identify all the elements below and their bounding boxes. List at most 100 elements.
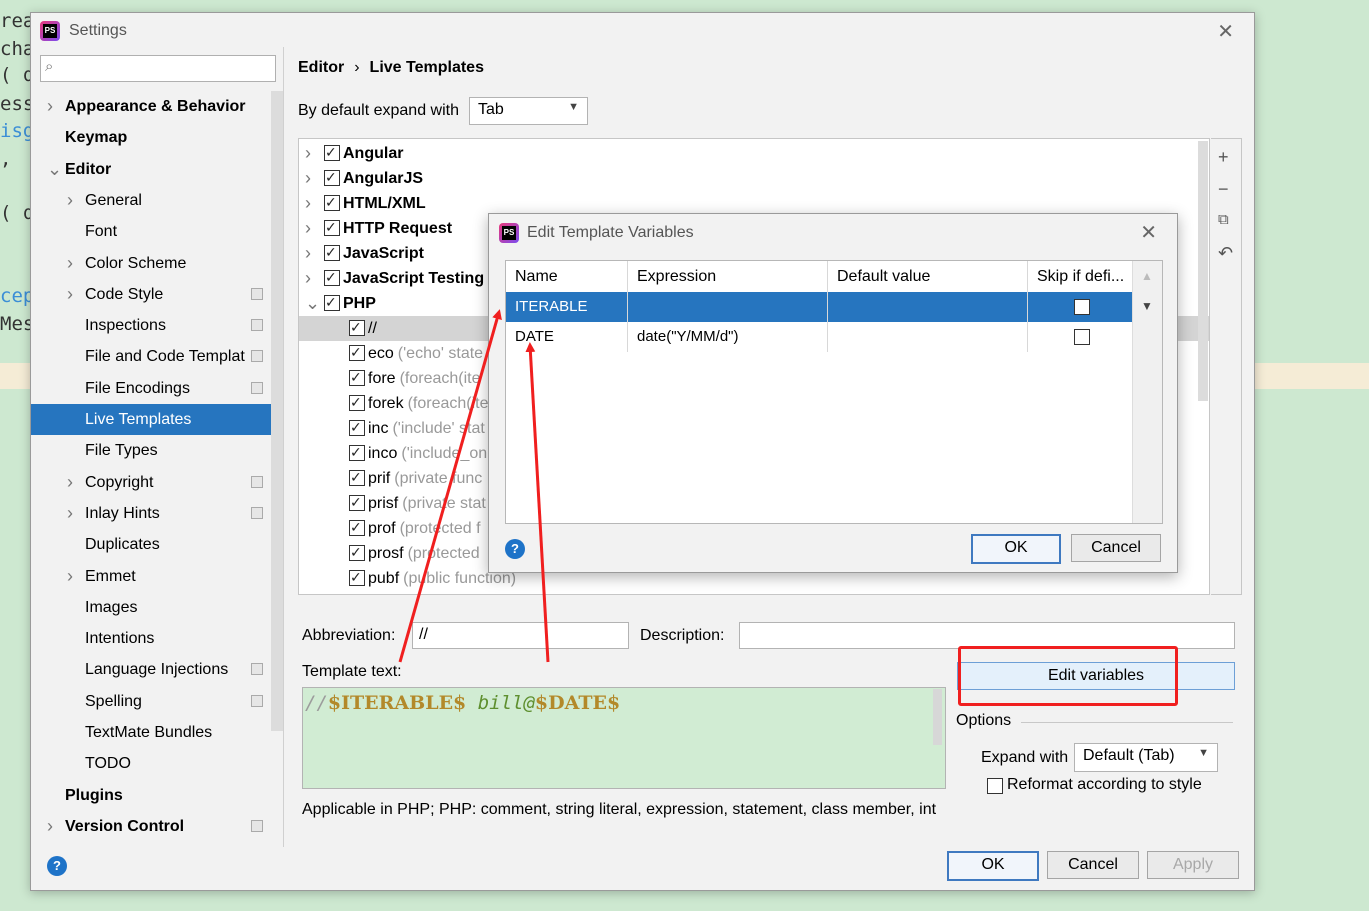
restore-icon[interactable]: ↶ bbox=[1218, 243, 1233, 264]
skip-checkbox[interactable] bbox=[1074, 329, 1090, 345]
search-input[interactable] bbox=[65, 58, 269, 76]
sidebar-item-appearance-behavior[interactable]: › Appearance & Behavior bbox=[31, 91, 283, 122]
sidebar-item-color-scheme[interactable]: › Color Scheme bbox=[31, 248, 283, 279]
column-name[interactable]: Name bbox=[506, 261, 628, 292]
template-checkbox[interactable] bbox=[349, 440, 365, 465]
variable-default[interactable] bbox=[828, 292, 1028, 322]
chevron-right-icon[interactable]: › bbox=[305, 266, 311, 291]
sidebar-item-inspections[interactable]: Inspections bbox=[31, 310, 283, 341]
sidebar-item-keymap[interactable]: Keymap bbox=[31, 122, 283, 153]
sidebar-item-live-templates[interactable]: Live Templates bbox=[31, 404, 283, 435]
template-checkbox[interactable] bbox=[324, 290, 340, 315]
sidebar-item-inlay-hints[interactable]: › Inlay Hints bbox=[31, 498, 283, 529]
template-checkbox[interactable] bbox=[349, 365, 365, 390]
template-checkbox[interactable] bbox=[349, 340, 365, 365]
copy-icon[interactable]: ⧉ bbox=[1218, 211, 1229, 228]
sidebar-item-plugins[interactable]: Plugins bbox=[31, 780, 283, 811]
chevron-right-icon[interactable]: › bbox=[67, 248, 73, 279]
sidebar-item-code-style[interactable]: › Code Style bbox=[31, 279, 283, 310]
sidebar-item-duplicates[interactable]: Duplicates bbox=[31, 529, 283, 560]
template-checkbox[interactable] bbox=[349, 565, 365, 590]
close-icon[interactable]: ✕ bbox=[1217, 19, 1234, 44]
template-checkbox[interactable] bbox=[349, 390, 365, 415]
template-group-row[interactable]: › AngularJS bbox=[299, 165, 1209, 191]
default-expand-select[interactable]: Tab ▼ bbox=[469, 97, 588, 125]
variable-expression[interactable]: date("Y/MM/d") bbox=[628, 322, 828, 352]
template-checkbox[interactable] bbox=[324, 140, 340, 165]
move-up-icon[interactable]: ▲ bbox=[1141, 269, 1153, 283]
chevron-right-icon[interactable]: › bbox=[305, 216, 311, 241]
description-field[interactable] bbox=[739, 622, 1235, 649]
sidebar-item-copyright[interactable]: › Copyright bbox=[31, 467, 283, 498]
chevron-right-icon[interactable]: › bbox=[47, 811, 53, 842]
sidebar-item-language-injections[interactable]: Language Injections bbox=[31, 654, 283, 685]
table-row[interactable]: DATE date("Y/MM/d") bbox=[506, 322, 1132, 352]
move-down-icon[interactable]: ▼ bbox=[1141, 299, 1153, 313]
sidebar-item-version-control[interactable]: › Version Control bbox=[31, 811, 283, 842]
splitter[interactable] bbox=[283, 47, 284, 847]
sidebar-item-images[interactable]: Images bbox=[31, 592, 283, 623]
sidebar-item-todo[interactable]: TODO bbox=[31, 748, 283, 779]
template-checkbox[interactable] bbox=[349, 540, 365, 565]
dialog-cancel-button[interactable]: Cancel bbox=[1071, 534, 1161, 562]
template-checkbox[interactable] bbox=[324, 215, 340, 240]
cancel-button[interactable]: Cancel bbox=[1047, 851, 1139, 879]
chevron-right-icon[interactable]: › bbox=[67, 561, 73, 592]
templates-scrollbar[interactable] bbox=[1198, 141, 1208, 401]
sidebar-scrollbar[interactable] bbox=[271, 91, 283, 731]
chevron-down-icon[interactable]: ⌄ bbox=[305, 291, 320, 316]
sidebar-item-editor[interactable]: ⌄ Editor bbox=[31, 154, 283, 185]
template-checkbox[interactable] bbox=[349, 315, 365, 340]
add-icon[interactable]: + bbox=[1218, 147, 1229, 168]
ok-button[interactable]: OK bbox=[947, 851, 1039, 881]
variable-expression[interactable] bbox=[628, 292, 828, 322]
chevron-down-icon[interactable]: ⌄ bbox=[47, 154, 62, 185]
chevron-right-icon[interactable]: › bbox=[305, 141, 311, 166]
sidebar-item-file-and-code-templat[interactable]: File and Code Templat bbox=[31, 341, 283, 372]
reformat-checkbox[interactable] bbox=[987, 778, 1003, 794]
close-icon[interactable]: ✕ bbox=[1140, 220, 1157, 245]
help-icon[interactable]: ? bbox=[505, 539, 525, 559]
template-checkbox[interactable] bbox=[349, 415, 365, 440]
apply-button[interactable]: Apply bbox=[1147, 851, 1239, 879]
skip-checkbox[interactable] bbox=[1074, 299, 1090, 315]
template-checkbox[interactable] bbox=[324, 265, 340, 290]
template-checkbox[interactable] bbox=[324, 240, 340, 265]
template-checkbox[interactable] bbox=[324, 190, 340, 215]
settings-search[interactable]: ⌕ bbox=[40, 55, 276, 82]
template-checkbox[interactable] bbox=[324, 165, 340, 190]
template-group-row[interactable]: › Angular bbox=[299, 140, 1209, 166]
template-checkbox[interactable] bbox=[349, 490, 365, 515]
chevron-right-icon[interactable]: › bbox=[305, 241, 311, 266]
sidebar-item-textmate-bundles[interactable]: TextMate Bundles bbox=[31, 717, 283, 748]
column-default-value[interactable]: Default value bbox=[828, 261, 1028, 292]
sidebar-item-file-types[interactable]: File Types bbox=[31, 435, 283, 466]
template-text-editor[interactable]: //$ITERABLE$ bill@$DATE$ bbox=[302, 687, 946, 789]
sidebar-item-intentions[interactable]: Intentions bbox=[31, 623, 283, 654]
abbreviation-field[interactable]: // bbox=[412, 622, 629, 649]
dialog-ok-button[interactable]: OK bbox=[971, 534, 1061, 564]
sidebar-item-label: File and Code Templat bbox=[85, 348, 245, 366]
sidebar-item-emmet[interactable]: › Emmet bbox=[31, 561, 283, 592]
table-row[interactable]: ITERABLE bbox=[506, 292, 1132, 322]
expand-with-select[interactable]: Default (Tab) ▼ bbox=[1074, 743, 1218, 772]
chevron-right-icon[interactable]: › bbox=[67, 185, 73, 216]
chevron-right-icon[interactable]: › bbox=[47, 91, 53, 122]
chevron-right-icon[interactable]: › bbox=[67, 279, 73, 310]
template-scrollbar[interactable] bbox=[933, 689, 942, 745]
template-checkbox[interactable] bbox=[349, 515, 365, 540]
column-skip-if-defined[interactable]: Skip if defi... bbox=[1028, 261, 1132, 292]
variable-default[interactable] bbox=[828, 322, 1028, 352]
column-expression[interactable]: Expression bbox=[628, 261, 828, 292]
sidebar-item-spelling[interactable]: Spelling bbox=[31, 686, 283, 717]
template-checkbox[interactable] bbox=[349, 465, 365, 490]
sidebar-item-font[interactable]: Font bbox=[31, 216, 283, 247]
chevron-right-icon[interactable]: › bbox=[305, 191, 311, 216]
chevron-right-icon[interactable]: › bbox=[67, 498, 73, 529]
sidebar-item-file-encodings[interactable]: File Encodings bbox=[31, 373, 283, 404]
chevron-right-icon[interactable]: › bbox=[305, 166, 311, 191]
sidebar-item-general[interactable]: › General bbox=[31, 185, 283, 216]
help-icon[interactable]: ? bbox=[47, 856, 67, 876]
remove-icon[interactable]: − bbox=[1218, 179, 1229, 200]
chevron-right-icon[interactable]: › bbox=[67, 467, 73, 498]
